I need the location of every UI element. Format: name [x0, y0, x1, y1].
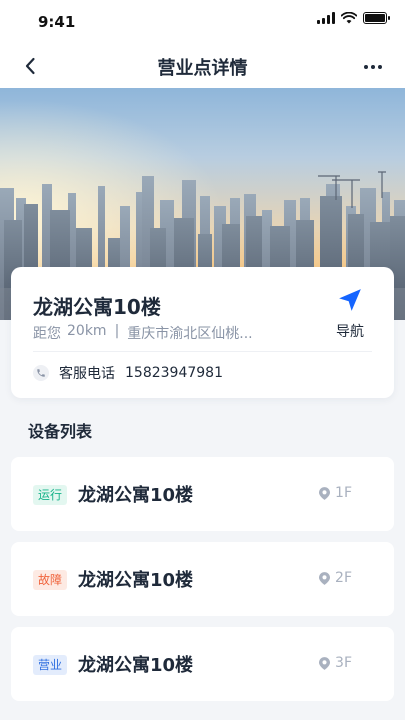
status-badge: 营业 [33, 655, 68, 675]
floor-label: 1F [335, 485, 352, 501]
distance-prefix: 距您 [33, 326, 61, 342]
phone-row[interactable]: 客服电话 15823947981 [33, 363, 223, 383]
device-name: 龙湖公寓10楼 [78, 485, 194, 506]
device-item[interactable]: 运行 龙湖公寓10楼 1F [11, 457, 394, 531]
status-bar: 9:41 [0, 0, 405, 44]
phone-label: 客服电话 [59, 366, 115, 382]
navigate-button[interactable]: 导航 [330, 287, 370, 341]
location-pin-icon [319, 486, 331, 500]
battery-icon [363, 12, 390, 24]
site-name: 龙湖公寓10楼 [33, 295, 161, 319]
status-badge: 故障 [33, 570, 68, 590]
status-icons [317, 12, 390, 24]
floor-label: 2F [335, 570, 352, 586]
floor-label: 3F [335, 655, 352, 671]
device-floor: 3F [319, 655, 352, 671]
status-badge: 运行 [33, 485, 68, 505]
device-floor: 2F [319, 570, 352, 586]
device-list-title: 设备列表 [28, 422, 93, 441]
device-name: 龙湖公寓10楼 [78, 570, 194, 591]
device-list: 运行 龙湖公寓10楼 1F 故障 龙湖公寓10楼 2F 营业 龙湖公寓10楼 3… [11, 457, 394, 712]
meta-separator: | [114, 323, 120, 339]
page-title: 营业点详情 [157, 58, 248, 79]
location-pin-icon [319, 571, 331, 585]
location-pin-icon [319, 656, 331, 670]
navigate-label: 导航 [336, 324, 364, 340]
nav-bar: 营业点详情 [0, 44, 405, 88]
distance-value: 20km [67, 323, 107, 339]
device-floor: 1F [319, 485, 352, 501]
wifi-icon [341, 12, 357, 24]
more-button[interactable] [359, 53, 387, 81]
device-item[interactable]: 故障 龙湖公寓10楼 2F [11, 542, 394, 616]
more-icon [364, 65, 368, 69]
divider [33, 351, 372, 352]
phone-icon [33, 365, 49, 381]
device-name: 龙湖公寓10楼 [78, 655, 194, 676]
status-time: 9:41 [38, 13, 76, 31]
site-meta: 距您 20km | 重庆市渝北区仙桃... [33, 323, 253, 343]
navigation-arrow-icon [339, 289, 361, 311]
site-address: 重庆市渝北区仙桃... [127, 326, 253, 342]
signal-icon [317, 12, 335, 24]
device-item[interactable]: 营业 龙湖公寓10楼 3F [11, 627, 394, 701]
site-info-card: 龙湖公寓10楼 距您 20km | 重庆市渝北区仙桃... 导航 客服电话 15… [11, 267, 394, 398]
phone-number[interactable]: 15823947981 [125, 365, 223, 381]
